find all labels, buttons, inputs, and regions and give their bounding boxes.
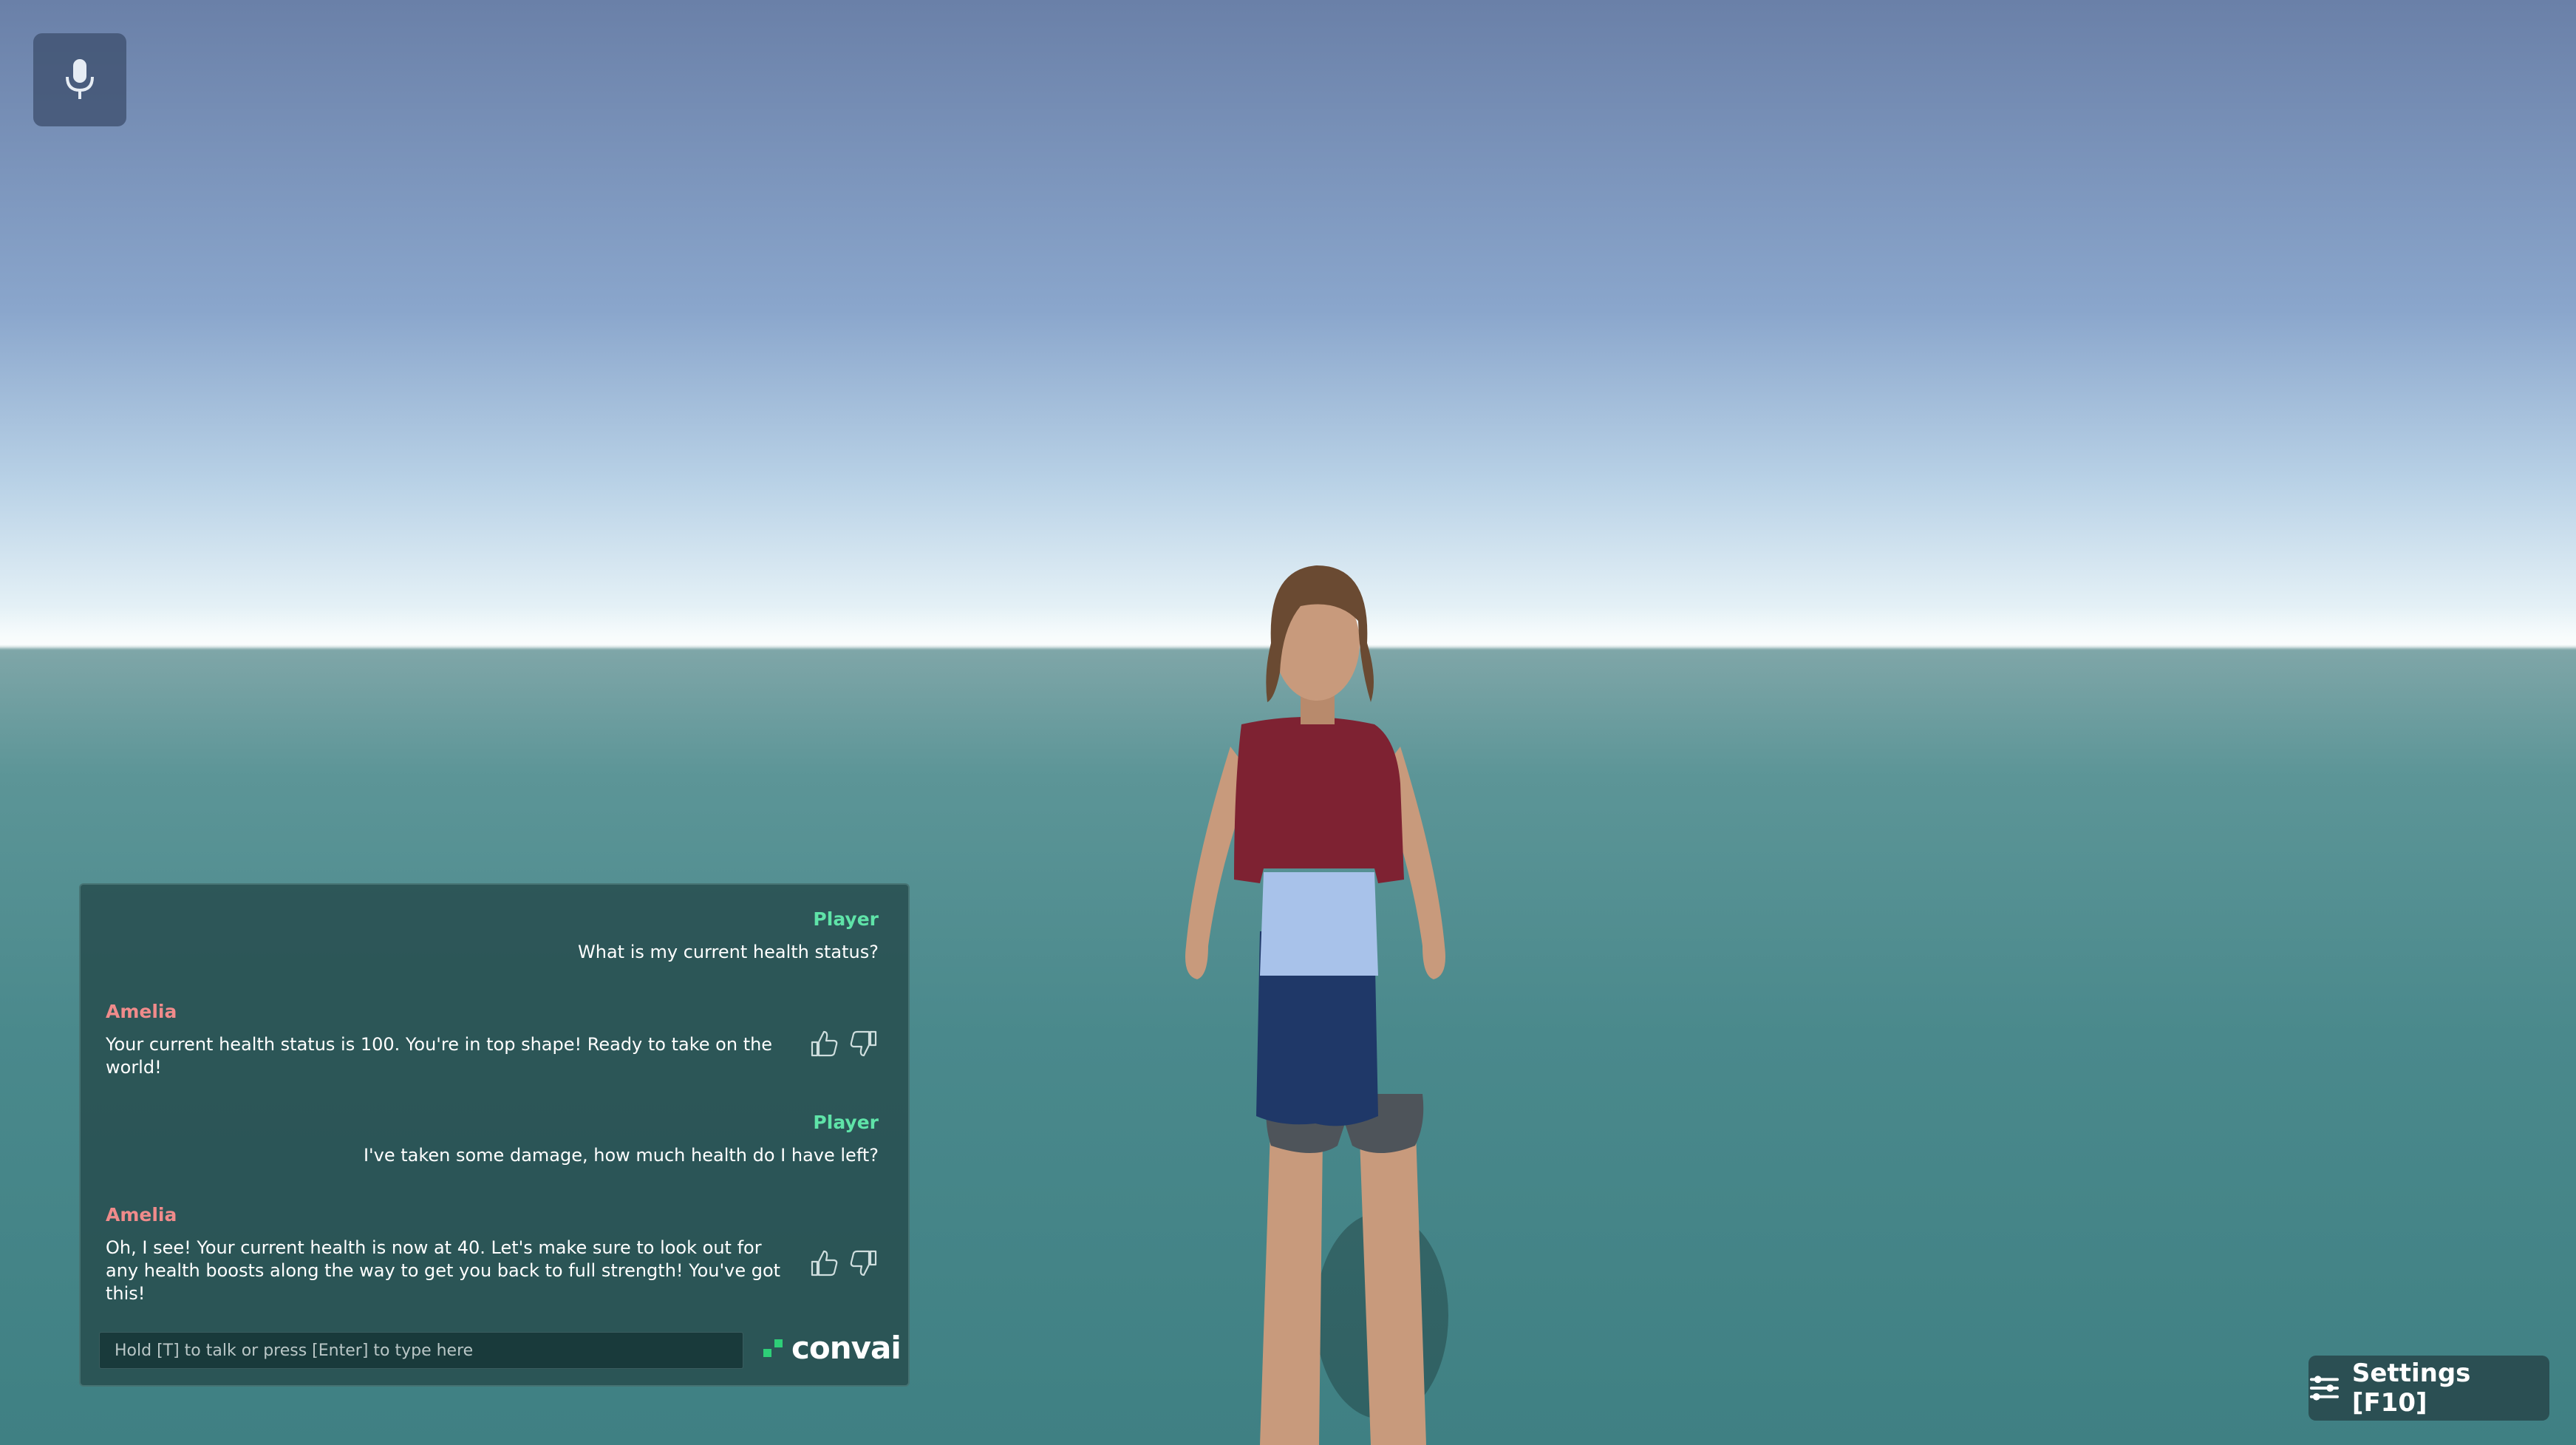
microphone-button[interactable]	[33, 33, 126, 126]
settings-button[interactable]: Settings [F10]	[2308, 1356, 2549, 1421]
message-text: What is my current health status?	[578, 942, 879, 962]
brand-name: convai	[791, 1330, 902, 1366]
feedback-buttons	[809, 1248, 879, 1278]
message-text: I've taken some damage, how much health …	[363, 1145, 879, 1166]
sender-name: Amelia	[106, 1001, 177, 1022]
chat-message-npc: Amelia Your current health status is 100…	[106, 999, 879, 1079]
message-text: Your current health status is 100. You'r…	[106, 1034, 773, 1078]
message-text: Oh, I see! Your current health is now at…	[106, 1237, 781, 1304]
thumbs-down-icon[interactable]	[849, 1248, 879, 1278]
sender-name: Player	[813, 1112, 879, 1133]
thumbs-up-icon[interactable]	[809, 1248, 839, 1278]
sender-name: Player	[813, 908, 879, 930]
npc-character-amelia	[1123, 532, 1507, 1445]
chat-message-player: Player What is my current health status?	[106, 907, 879, 964]
thumbs-down-icon[interactable]	[849, 1029, 879, 1058]
convai-mark-icon	[763, 1339, 783, 1357]
chat-input[interactable]	[99, 1332, 743, 1369]
game-scene: Player What is my current health status?…	[0, 0, 2576, 1445]
microphone-icon	[66, 59, 94, 99]
sender-name: Amelia	[106, 1204, 177, 1225]
settings-label: Settings [F10]	[2351, 1359, 2471, 1418]
chat-message-player: Player I've taken some damage, how much …	[106, 1110, 879, 1167]
feedback-buttons	[809, 1029, 879, 1058]
sliders-icon	[2309, 1376, 2339, 1401]
thumbs-up-icon[interactable]	[809, 1029, 839, 1058]
convai-logo: convai	[762, 1330, 902, 1367]
chat-message-npc: Amelia Oh, I see! Your current health is…	[106, 1203, 879, 1305]
chat-panel: Player What is my current health status?…	[79, 883, 910, 1387]
